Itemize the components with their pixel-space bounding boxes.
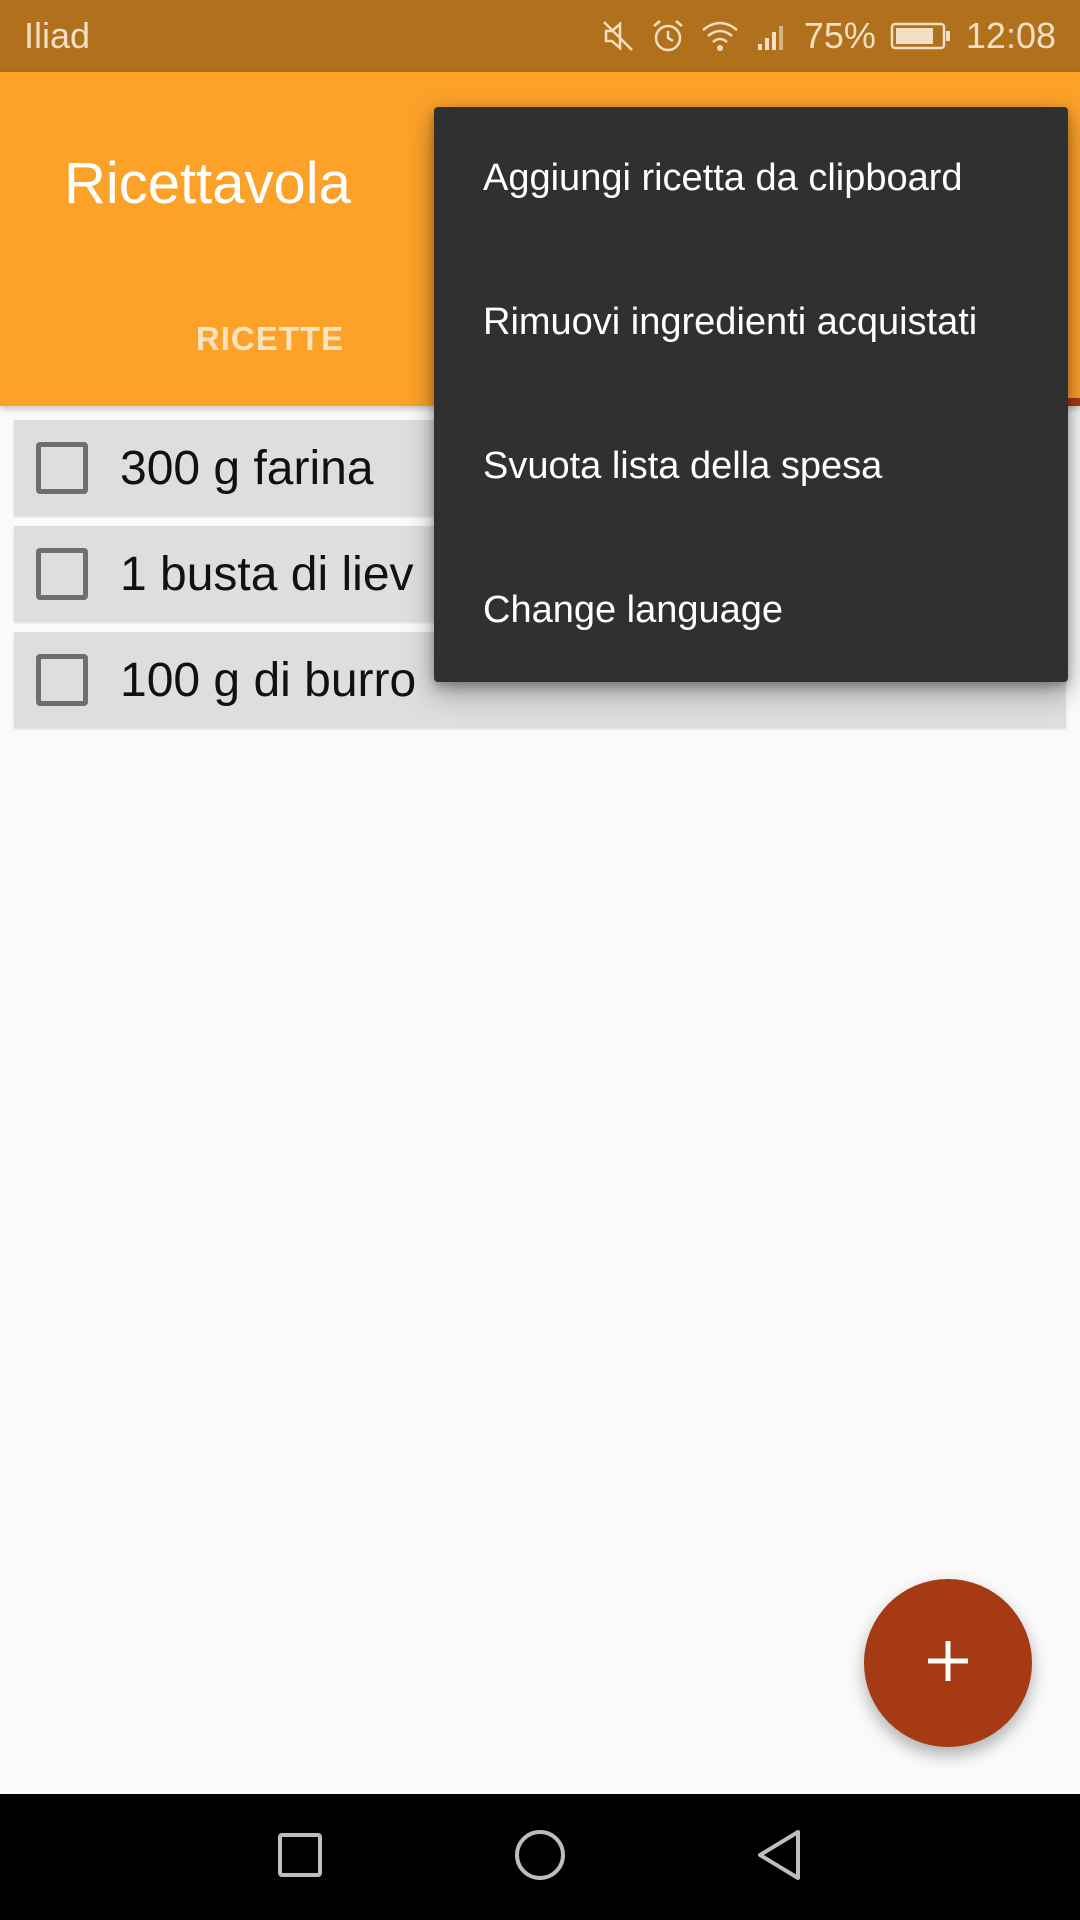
plus-icon	[924, 1637, 972, 1690]
status-bar: Iliad 75% 12:08	[0, 0, 1080, 72]
back-button[interactable]	[747, 1824, 813, 1890]
navigation-bar	[0, 1794, 1080, 1920]
item-checkbox[interactable]	[36, 442, 88, 494]
back-icon	[754, 1828, 806, 1887]
recents-icon	[275, 1830, 325, 1885]
wifi-icon	[700, 18, 740, 54]
item-checkbox[interactable]	[36, 548, 88, 600]
home-button[interactable]	[507, 1824, 573, 1890]
add-button[interactable]	[864, 1579, 1032, 1747]
app-title: Ricettavola	[64, 151, 351, 216]
menu-item-clear-list[interactable]: Svuota lista della spesa	[434, 395, 1068, 539]
menu-item-remove-purchased[interactable]: Rimuovi ingredienti acquistati	[434, 251, 1068, 395]
mute-icon	[600, 18, 636, 54]
item-text: 100 g di burro	[120, 653, 417, 707]
battery-percent: 75%	[803, 15, 876, 56]
overflow-menu: Aggiungi ricetta da clipboard Rimuovi in…	[434, 107, 1068, 682]
menu-item-add-from-clipboard[interactable]: Aggiungi ricetta da clipboard	[434, 107, 1068, 251]
item-text: 1 busta di liev	[120, 547, 414, 601]
home-icon	[513, 1828, 567, 1887]
signal-icon	[754, 18, 790, 54]
item-checkbox[interactable]	[36, 654, 88, 706]
status-icons: 75% 12:08	[600, 15, 1056, 57]
recents-button[interactable]	[267, 1824, 333, 1890]
battery-icon	[890, 20, 952, 52]
menu-item-change-language[interactable]: Change language	[434, 538, 1068, 682]
carrier-name: Iliad	[24, 15, 91, 56]
item-text: 300 g farina	[120, 441, 374, 495]
alarm-icon	[650, 18, 686, 54]
clock: 12:08	[965, 15, 1056, 56]
